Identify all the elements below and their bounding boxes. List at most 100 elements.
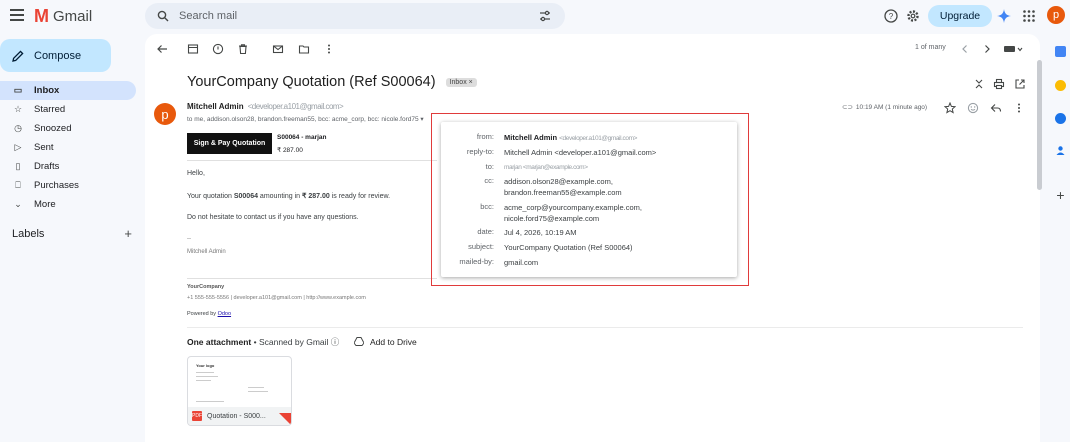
labels-title: Labels	[12, 228, 45, 240]
print-icon[interactable]	[993, 78, 1005, 90]
pdf-corner-icon	[279, 413, 291, 425]
attachment-thumbnail: Your logo	[196, 363, 286, 407]
open-in-new-window-icon[interactable]	[1014, 78, 1026, 90]
sign-and-pay-button[interactable]: Sign & Pay Quotation	[187, 133, 272, 154]
account-avatar[interactable]: p	[1047, 6, 1065, 24]
sidebar-item-purchases[interactable]: ⎕ Purchases	[0, 176, 136, 195]
thumb-line	[196, 372, 214, 373]
company-name: YourCompany	[187, 284, 225, 290]
sidebar-item-label: Drafts	[34, 161, 60, 172]
annotation-highlight-box	[431, 113, 749, 286]
add-label-icon[interactable]: +	[124, 227, 132, 240]
company-contact: +1 555-555-5556 | developer.a101@gmail.c…	[187, 295, 366, 301]
sidebar-item-more[interactable]: ⌄ More	[0, 195, 136, 214]
subject-text: YourCompany Quotation (Ref S00064)	[187, 74, 436, 90]
para-prefix: Your quotation	[187, 193, 234, 200]
top-bar: M Gmail Search mail ? Upgrade p	[0, 0, 1070, 34]
attachment-card[interactable]: Your logo PDF Quotation - S000...	[187, 356, 292, 426]
compose-button[interactable]: Compose	[0, 39, 111, 72]
send-icon: ▷	[14, 142, 22, 152]
star-icon: ☆	[13, 104, 23, 114]
calendar-icon[interactable]	[1055, 46, 1066, 57]
search-options-icon[interactable]	[539, 10, 551, 22]
inbox-icon: ▭	[13, 85, 23, 95]
search-icon[interactable]	[157, 10, 169, 22]
search-bar[interactable]: Search mail	[145, 3, 565, 29]
keyboard-input-icon[interactable]	[1003, 43, 1023, 55]
tasks-icon[interactable]	[1055, 113, 1066, 124]
sidebar-item-inbox[interactable]: ▭ Inbox	[0, 81, 136, 100]
divider	[187, 327, 1023, 328]
upgrade-button[interactable]: Upgrade	[928, 5, 992, 27]
thumb-line	[248, 387, 264, 388]
sidebar-item-label: Inbox	[34, 85, 60, 96]
archive-icon[interactable]	[187, 43, 199, 55]
svg-text:?: ?	[889, 12, 894, 21]
quotation-amount: ₹ 287.00	[277, 147, 303, 154]
mark-unread-icon[interactable]	[272, 43, 284, 55]
sidebar-item-drafts[interactable]: ▯ Drafts	[0, 157, 136, 176]
divider	[187, 160, 437, 161]
app-name: Gmail	[53, 7, 93, 25]
settings-gear-icon[interactable]	[906, 9, 920, 23]
contact-paragraph: Do not hesitate to contact us if you hav…	[187, 214, 359, 221]
para-ref: S00064	[233, 193, 258, 200]
contacts-icon[interactable]	[1055, 145, 1066, 156]
reply-icon[interactable]	[990, 102, 1002, 114]
gmail-logo-icon: M	[34, 6, 49, 26]
labels-section: Labels +	[12, 227, 132, 240]
email-subject: YourCompany Quotation (Ref S00064) Inbox…	[187, 74, 477, 90]
add-addon-icon[interactable]: +	[1055, 188, 1066, 202]
newer-chevron-icon[interactable]	[959, 43, 971, 55]
inbox-label-chip[interactable]: Inbox ×	[445, 77, 477, 87]
add-to-drive[interactable]: Add to Drive	[353, 337, 417, 347]
attachments-header: One attachment • Scanned by Gmail ⓘ Add …	[187, 336, 417, 348]
gmail-logo[interactable]: M Gmail	[34, 7, 92, 25]
apps-grid-icon[interactable]	[1022, 9, 1036, 23]
sidebar-item-label: Starred	[34, 104, 66, 115]
compose-label: Compose	[34, 49, 82, 62]
message-more-icon[interactable]	[1013, 102, 1025, 114]
back-arrow-icon[interactable]	[156, 43, 168, 55]
keep-icon[interactable]	[1055, 80, 1066, 91]
sidebar-nav: ▭ Inbox ☆ Starred ◷ Snoozed ▷ Sent ▯ Drafts ⎕…	[0, 81, 136, 214]
collapse-all-icon[interactable]	[973, 78, 985, 90]
odoo-link[interactable]: Odoo	[218, 311, 231, 317]
sidebar-item-label: Snoozed	[34, 123, 72, 134]
search-input[interactable]: Search mail	[179, 10, 237, 22]
thumb-line	[196, 376, 218, 377]
divider	[187, 278, 437, 279]
star-icon[interactable]	[944, 102, 956, 114]
clock-icon: ◷	[14, 123, 22, 133]
quotation-number: S00064 - marjan	[277, 134, 327, 141]
gemini-sparkle-icon[interactable]	[997, 9, 1011, 23]
greeting-text: Hello,	[187, 170, 205, 177]
thumb-line	[196, 380, 211, 381]
sender-name: Mitchell Admin <developer.a101@gmail.com>	[187, 102, 344, 111]
delete-icon[interactable]	[237, 43, 249, 55]
drive-add-icon	[353, 337, 365, 346]
older-chevron-icon[interactable]	[981, 43, 993, 55]
attachment-count: One attachment	[187, 337, 252, 347]
thumb-logo: Your logo	[196, 363, 215, 368]
sidebar-item-starred[interactable]: ☆ Starred	[0, 100, 136, 119]
thumb-line	[248, 391, 268, 392]
main-menu-icon[interactable]	[10, 9, 24, 21]
sender-name-text: Mitchell Admin	[187, 102, 244, 111]
sender-avatar[interactable]: p	[154, 103, 176, 125]
help-icon[interactable]: ?	[884, 9, 898, 23]
attachment-footer: PDF Quotation - S000...	[188, 407, 291, 425]
report-spam-icon[interactable]	[212, 43, 224, 55]
scrollbar[interactable]	[1037, 60, 1042, 190]
more-vert-icon[interactable]	[323, 43, 335, 55]
emoji-react-icon[interactable]	[967, 102, 979, 114]
recipients-summary[interactable]: to me, addison.olson28, brandon.freeman5…	[187, 115, 424, 123]
move-to-icon[interactable]	[298, 43, 310, 55]
thumb-line	[196, 401, 224, 402]
para-suffix: is ready for review.	[329, 193, 391, 200]
scanned-note: • Scanned by Gmail ⓘ	[251, 337, 340, 347]
sidebar-item-sent[interactable]: ▷ Sent	[0, 138, 136, 157]
pdf-icon: PDF	[192, 411, 202, 421]
sidebar-item-snoozed[interactable]: ◷ Snoozed	[0, 119, 136, 138]
para-mid: amounting in	[257, 193, 302, 200]
